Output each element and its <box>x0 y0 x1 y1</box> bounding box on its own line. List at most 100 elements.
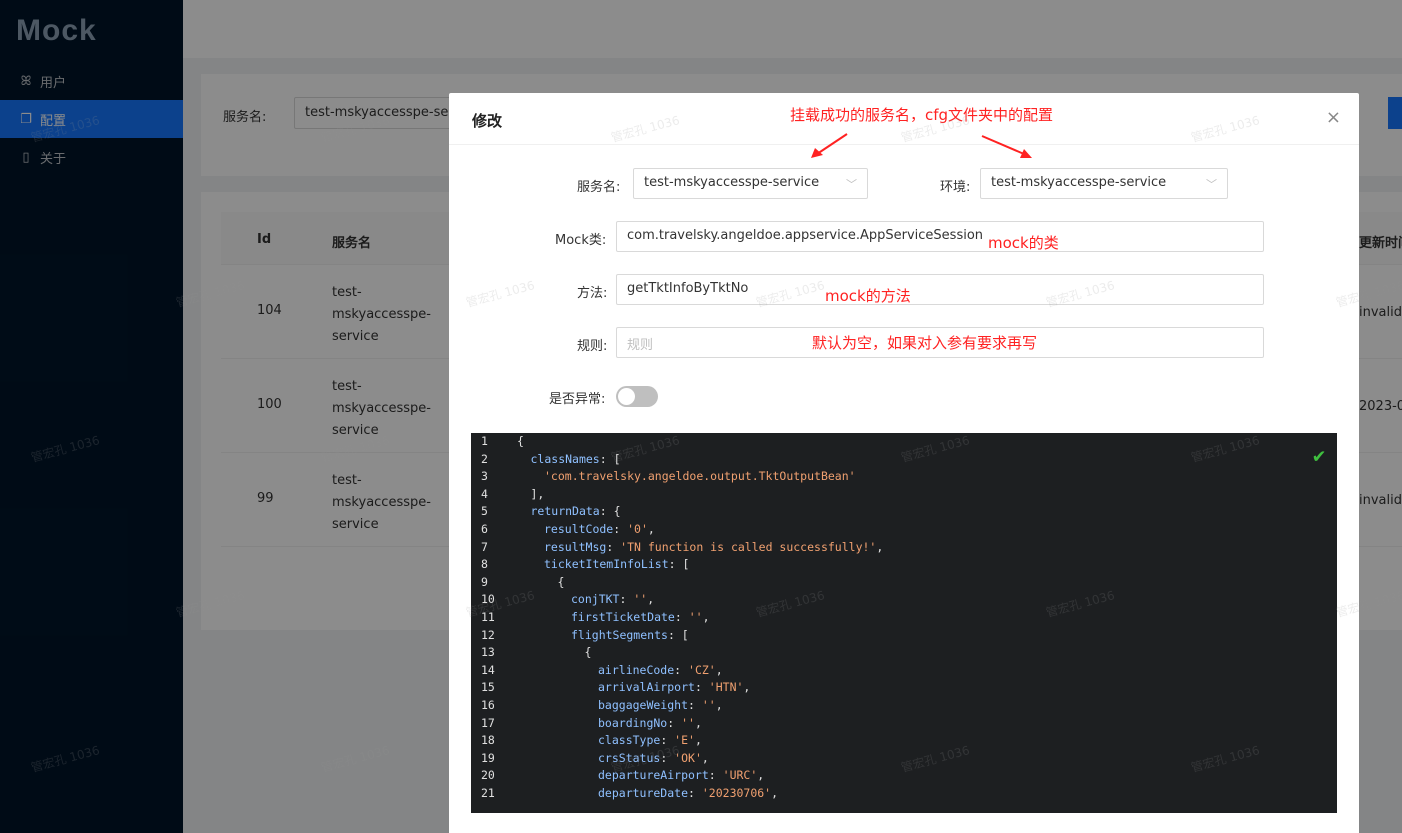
service-label: 服务名: <box>577 180 621 195</box>
code-text: airlineCode: 'CZ', <box>515 662 723 680</box>
code-token: '' <box>633 592 648 607</box>
code-text: ticketItemInfoList: [ <box>515 556 689 574</box>
service-select[interactable]: test-mskyaccesspe-service ﹀ <box>633 168 868 199</box>
code-line: 5 returnData: { <box>471 503 1337 521</box>
check-icon: ✔ <box>1312 443 1325 467</box>
method-input[interactable]: getTktInfoByTktNo <box>616 274 1264 305</box>
annotation-arrow-right <box>981 135 1032 158</box>
code-line: 13 { <box>471 644 1337 662</box>
code-token: 'HTN' <box>708 680 744 695</box>
code-token: 'E' <box>674 733 695 748</box>
code-token: '' <box>688 609 703 624</box>
close-icon[interactable]: × <box>1326 107 1341 128</box>
env-label: 环境: <box>940 180 971 195</box>
code-token: '' <box>681 715 695 730</box>
code-token: returnData <box>530 504 600 519</box>
code-line: 17 boardingNo: '', <box>471 715 1337 733</box>
code-line: 8 ticketItemInfoList: [ <box>471 556 1337 574</box>
annotation-method: mock的方法 <box>825 287 911 305</box>
code-token: classType <box>598 733 661 748</box>
code-token: : <box>613 521 628 536</box>
line-number: 4 <box>481 486 488 501</box>
exception-switch[interactable] <box>616 386 658 407</box>
line-number: 7 <box>481 539 488 554</box>
code-token: : <box>674 609 689 624</box>
code-token: 'com.travelsky.angeldoe.output.TktOutput… <box>544 469 856 484</box>
service-select-value: test-mskyaccesspe-service <box>644 175 820 190</box>
mock-class-input[interactable]: com.travelsky.angeldoe.appservice.AppSer… <box>616 221 1264 252</box>
code-token: , <box>715 662 723 677</box>
code-token: { <box>517 434 524 448</box>
code-token: ticketItemInfoList <box>544 557 669 572</box>
code-text: { <box>515 574 565 592</box>
env-select[interactable]: test-mskyaccesspe-service ﹀ <box>980 168 1228 199</box>
line-number: 15 <box>481 680 495 695</box>
code-token: { <box>584 645 592 660</box>
code-token: : <box>660 733 675 748</box>
code-token: , <box>876 539 884 554</box>
rule-label: 规则: <box>577 339 608 354</box>
code-token: firstTicketDate <box>571 609 675 624</box>
code-text: boardingNo: '', <box>515 715 702 733</box>
line-number: 16 <box>481 697 495 712</box>
line-number: 2 <box>481 451 488 466</box>
code-line: 6 resultCode: '0', <box>471 521 1337 539</box>
code-text: resultCode: '0', <box>515 521 655 539</box>
code-line: 10 conjTKT: '', <box>471 591 1337 609</box>
line-number: 10 <box>481 592 495 607</box>
line-number: 5 <box>481 504 488 519</box>
code-token: , <box>701 750 709 765</box>
edit-modal: 修改 × 服务名: test-mskyaccesspe-service ﹀ 环境… <box>449 93 1359 833</box>
code-token: resultMsg <box>544 539 607 554</box>
annotation-class: mock的类 <box>988 234 1059 252</box>
exception-label: 是否异常: <box>549 392 606 407</box>
annotation-service: 挂载成功的服务名，cfg文件夹中的配置 <box>790 106 1054 124</box>
code-token: : <box>667 715 682 730</box>
code-token: , <box>702 609 710 624</box>
code-token: baggageWeight <box>598 697 689 712</box>
code-token: , <box>715 697 723 712</box>
line-number: 1 <box>481 434 488 448</box>
code-text: crsStatus: 'OK', <box>515 750 709 768</box>
code-token: departureAirport <box>598 768 709 783</box>
code-token: conjTKT <box>571 592 620 607</box>
line-number: 21 <box>481 785 495 800</box>
code-line: 15 arrivalAirport: 'HTN', <box>471 679 1337 697</box>
line-number: 9 <box>481 574 488 589</box>
env-select-value: test-mskyaccesspe-service <box>991 175 1167 190</box>
code-text: baggageWeight: '', <box>515 697 723 715</box>
annotation-rule: 默认为空，如果对入参有要求再写 <box>812 334 1038 352</box>
code-line: 18 classType: 'E', <box>471 732 1337 750</box>
code-text: classNames: [ <box>515 451 621 469</box>
line-number: 17 <box>481 715 495 730</box>
line-number: 3 <box>481 469 488 484</box>
code-editor[interactable]: 1 {2 classNames: [ 3 'com.travelsky.angeldoe… <box>471 433 1337 813</box>
code-token: 'OK' <box>674 750 702 765</box>
line-number: 19 <box>481 750 495 765</box>
code-line: 16 baggageWeight: '', <box>471 697 1337 715</box>
line-number: 13 <box>481 645 495 660</box>
code-token: arrivalAirport <box>598 680 695 695</box>
method-label: 方法: <box>577 286 608 301</box>
line-number: 20 <box>481 768 495 783</box>
code-line: 3 'com.travelsky.angeldoe.output.TktOutpu… <box>471 468 1337 486</box>
code-line: 2 classNames: [ <box>471 451 1337 469</box>
code-token: , <box>694 715 702 730</box>
code-token: : [ <box>667 627 689 642</box>
code-token: 'CZ' <box>688 662 716 677</box>
code-token: : <box>694 680 709 695</box>
code-token: : [ <box>599 451 621 466</box>
chevron-down-icon: ﹀ <box>846 178 857 191</box>
code-text: arrivalAirport: 'HTN', <box>515 679 750 697</box>
code-token: boardingNo <box>598 715 668 730</box>
code-token: : <box>708 768 723 783</box>
code-token: : <box>674 662 689 677</box>
mock-class-label: Mock类: <box>555 233 607 248</box>
line-number: 14 <box>481 662 495 677</box>
chevron-down-icon: ﹀ <box>1206 178 1217 191</box>
code-line: 4], <box>471 486 1337 504</box>
line-number: 18 <box>481 733 495 748</box>
code-token: resultCode <box>544 521 614 536</box>
code-token: ], <box>530 486 545 501</box>
code-token: : <box>606 539 621 554</box>
